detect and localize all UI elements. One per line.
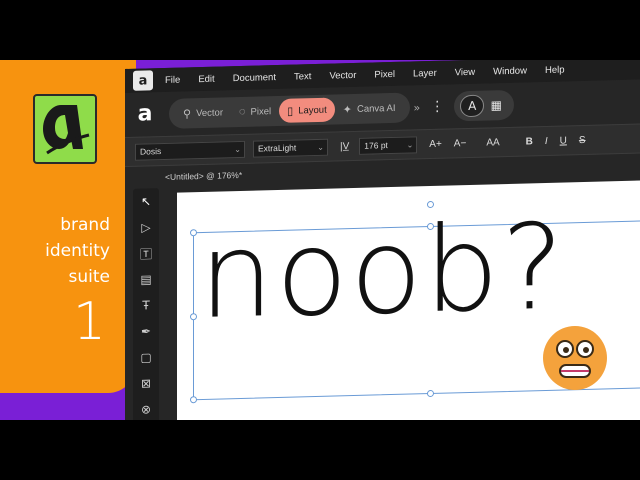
pupil [563,347,569,353]
selection-handle[interactable] [190,313,197,321]
affinity-logo-icon [43,105,90,155]
persona-vector[interactable]: ⚲ Vector [175,100,231,125]
font-size-field[interactable]: 176 pt ⌄ [359,135,418,155]
chevron-down-icon: ⌄ [317,142,324,152]
eye [576,340,594,358]
brand-line: identity [45,241,110,261]
brand-line: brand [60,215,110,235]
move-tool-icon[interactable]: ↖ [133,188,159,215]
grimacing-face-icon [543,326,607,390]
decrease-size-button[interactable]: A− [454,138,467,149]
affinity-a-icon[interactable]: a [133,101,157,127]
persona-label: Vector [196,106,223,119]
document-tab[interactable]: <Untitled> @ 176%* [165,170,242,182]
tools-panel: ↖ ▷ 🅃 ▤ Ŧ ✒ ▢ ⊠ ⊗ [133,188,159,420]
pupil [583,347,589,353]
more-personas-chevron[interactable]: » [414,101,421,114]
ellipse-frame-tool-icon[interactable]: ⊗ [133,396,159,420]
pen-tool-icon[interactable]: ✒ [133,318,159,345]
font-style-field[interactable]: ExtraLight ⌄ [253,138,328,158]
episode-number: 1 [72,292,106,352]
strikethrough-button[interactable]: S [579,134,586,145]
tracking-icon[interactable]: |V̲ [340,141,349,152]
pen-nib-icon: ⚲ [183,107,192,120]
brand-card: brand identity suite 1 [0,60,136,393]
thumbnail-stage: brand identity suite 1 a File Edit Docum… [0,60,640,420]
node-tool-icon[interactable]: ▷ [133,214,159,241]
picture-frame-tool-icon[interactable]: ⊠ [133,370,159,397]
menu-edit[interactable]: Edit [198,73,214,84]
rectangle-tool-icon[interactable]: ▢ [133,344,159,371]
brand-line: suite [68,267,110,287]
menu-view[interactable]: View [455,66,475,78]
text-frame-tool-icon[interactable]: 🅃 [133,240,159,267]
affinity-logo [33,94,97,164]
sparkle-icon: ✦ [342,103,352,116]
mouth [559,364,591,378]
brush-icon: ◌ [239,105,246,119]
text-frame-icon[interactable]: A [460,94,485,118]
kebab-menu-icon[interactable]: ⋮ [430,99,444,115]
persona-layout[interactable]: ▯ Layout [279,97,335,123]
font-family-field[interactable]: Dosis ⌄ [135,140,245,161]
app-icon[interactable]: a [133,70,153,91]
chevron-down-icon: ⌄ [234,144,241,154]
chevron-down-icon: ⌄ [406,139,414,150]
layout-icon: ▯ [287,105,294,118]
italic-button[interactable]: I [545,135,548,146]
persona-pixel[interactable]: ◌ Pixel [231,99,279,124]
menu-window[interactable]: Window [493,65,527,77]
selection-handle[interactable] [427,389,434,398]
selection-handle[interactable] [190,229,197,237]
menu-vector[interactable]: Vector [329,69,356,81]
grid-icon[interactable]: ▦ [484,94,508,117]
table-tool-icon[interactable]: ▤ [133,266,159,293]
menu-pixel[interactable]: Pixel [374,68,395,80]
menu-file[interactable]: File [165,74,180,85]
increase-size-button[interactable]: A+ [429,138,442,149]
font-style-value: ExtraLight [258,142,297,154]
selection-handle[interactable] [190,396,197,404]
menu-text[interactable]: Text [294,71,311,82]
artistic-text-tool-icon[interactable]: Ŧ [133,292,159,319]
font-family-value: Dosis [140,145,162,157]
context-toggle-group: A ▦ [454,89,515,122]
persona-label: Pixel [250,105,272,118]
persona-canva-ai[interactable]: ✦ Canva AI [335,96,404,122]
menu-document[interactable]: Document [233,72,276,84]
brand-title: brand identity suite [45,212,110,290]
menu-layer[interactable]: Layer [413,67,437,79]
bold-button[interactable]: B [526,136,533,147]
menu-help[interactable]: Help [545,64,565,76]
persona-label: Canva AI [356,102,396,115]
persona-label: Layout [298,104,327,116]
all-caps-button[interactable]: AA [486,137,499,148]
eye [556,340,574,358]
persona-switcher: ⚲ Vector ◌ Pixel ▯ Layout ✦ Canva AI [169,92,410,129]
underline-button[interactable]: U [560,135,567,146]
font-size-value: 176 pt [364,139,388,151]
canvas-text-frame[interactable]: noob? [199,196,566,346]
